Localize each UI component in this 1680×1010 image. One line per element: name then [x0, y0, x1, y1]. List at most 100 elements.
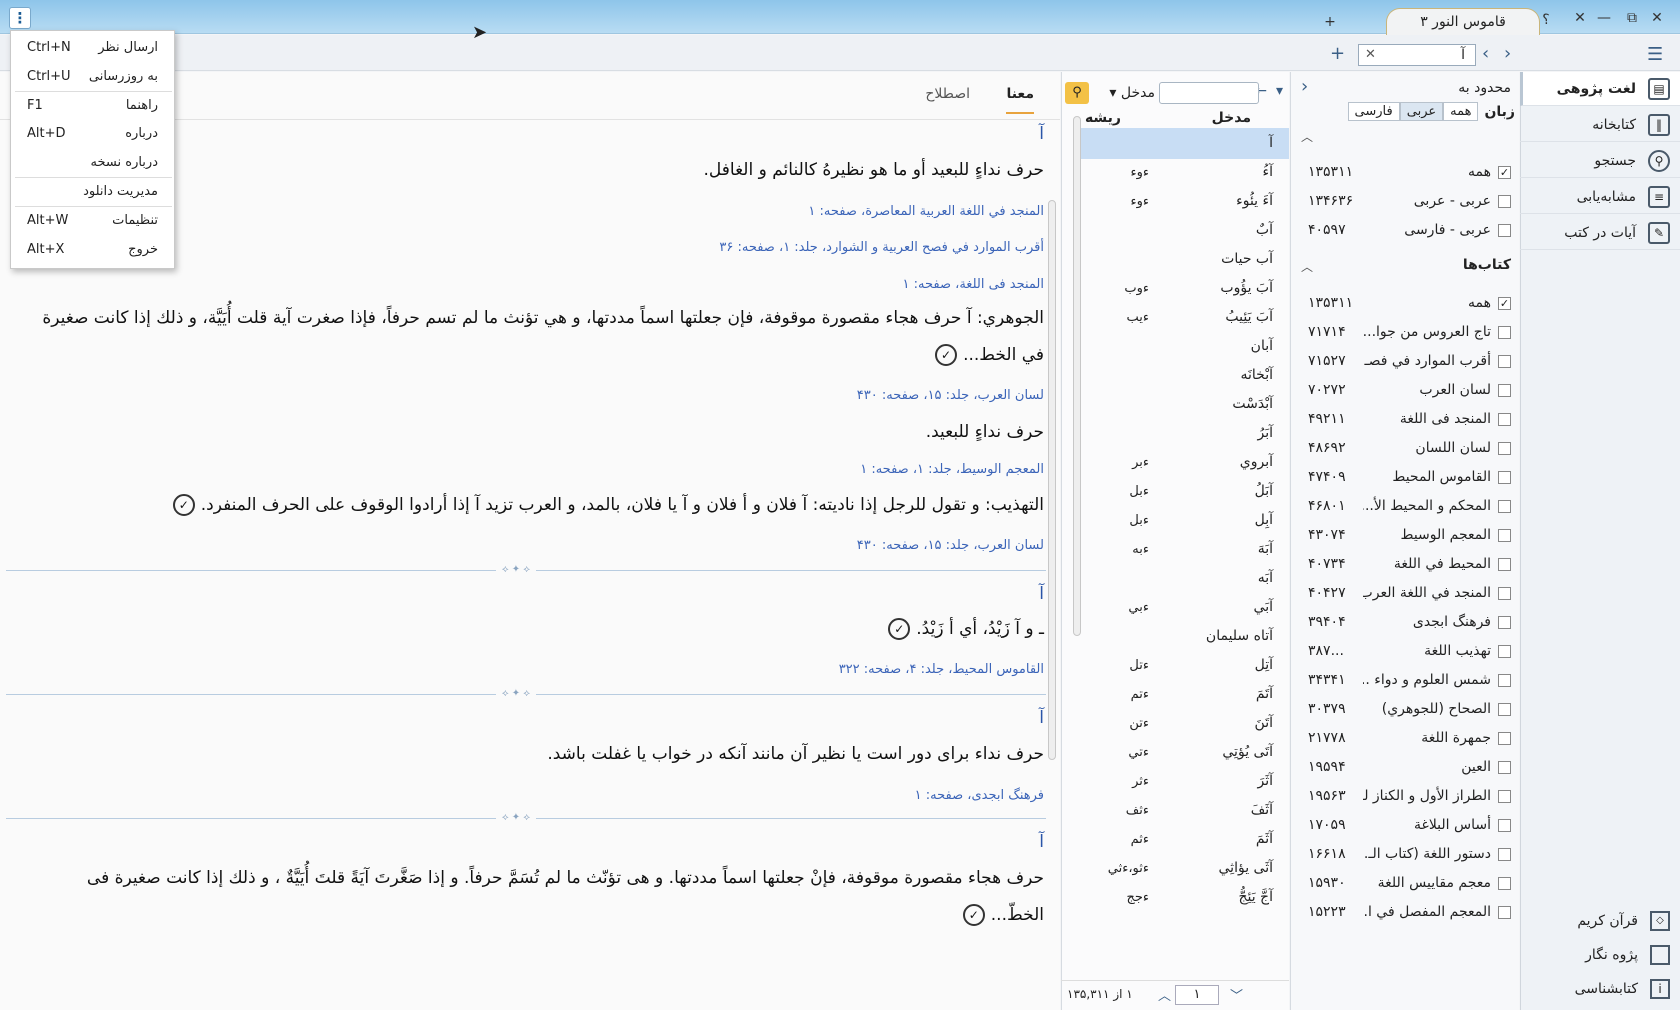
column-entry[interactable]: مدخل — [1212, 110, 1251, 126]
new-tab-button[interactable]: + — [1320, 12, 1340, 32]
dropdown-icon[interactable]: ▾ — [1276, 82, 1283, 100]
entry-row[interactable]: آتاه سليمان — [1077, 621, 1289, 652]
entry-row[interactable]: آبِل ءبل — [1077, 505, 1289, 536]
checkbox[interactable] — [1498, 558, 1511, 571]
filter-row[interactable]: القاموس المحيط ۴۷۴۰۹ — [1290, 463, 1519, 492]
checkbox[interactable] — [1498, 703, 1511, 716]
entry-row[interactable]: آثَمَ ءثم — [1077, 824, 1289, 855]
entry-row[interactable]: آبٌ — [1077, 215, 1289, 246]
column-root[interactable]: ریشه — [1085, 110, 1121, 126]
menu-item[interactable]: درباره Alt+D — [11, 119, 176, 148]
entry-row[interactable]: آبَرُ — [1077, 418, 1289, 449]
checkbox[interactable] — [1498, 587, 1511, 600]
checkbox[interactable] — [1498, 906, 1511, 919]
close-icon[interactable]: ✕ — [1570, 8, 1590, 28]
source-link[interactable]: المنجد في اللغة العربية المعاصرة، صفحه: … — [808, 204, 1044, 219]
source-link[interactable]: القاموس المحيط، جلد: ۴، صفحه: ۳۲۲ — [839, 662, 1044, 677]
entry-row[interactable]: آثَفَ ءثف — [1077, 795, 1289, 826]
entry-row[interactable]: آتَنَ ءتن — [1077, 708, 1289, 739]
filter-row[interactable]: عربی - عربی ۱۳۴۶۳۶ — [1290, 187, 1519, 216]
entry-row[interactable]: آبَ يَئِيبُ ءيب — [1077, 302, 1289, 333]
source-link[interactable]: أقرب الموارد في فصح العربية و الشوارد، ج… — [719, 240, 1044, 255]
menu-item[interactable]: درباره نسخه — [11, 148, 176, 177]
filter-row[interactable]: معجم مقاييس اللغة ۱۵۹۳۰ — [1290, 869, 1519, 898]
checkbox[interactable] — [1498, 384, 1511, 397]
sidebar-item-similar[interactable]: ≡ مشابه‌یابی — [1520, 180, 1680, 214]
checkbox[interactable] — [1498, 500, 1511, 513]
filter-row[interactable]: المعجم الوسيط ۴۳۰۷۴ — [1290, 521, 1519, 550]
checkbox[interactable] — [1498, 790, 1511, 803]
entry-row[interactable]: آتَى يُؤتِي ءتي — [1077, 737, 1289, 768]
checkbox[interactable] — [1498, 645, 1511, 658]
chevron-up-icon[interactable]: ︿ — [1301, 258, 1313, 275]
filter-row[interactable]: عربی - فارسی ۴۰۵۹۷ — [1290, 216, 1519, 245]
menu-item[interactable]: راهنما F1 — [11, 91, 176, 120]
checkbox[interactable] — [1498, 471, 1511, 484]
checkbox[interactable] — [1498, 529, 1511, 542]
entry-search-input[interactable] — [1159, 82, 1259, 104]
chevron-left-icon[interactable]: ‹ — [1482, 45, 1489, 63]
checkbox[interactable] — [1498, 848, 1511, 861]
filter-row[interactable]: تهذيب اللغة ...۳۸۷ — [1290, 637, 1519, 666]
entries-scrollbar[interactable] — [1073, 116, 1081, 636]
filter-row[interactable]: العين ۱۹۵۹۴ — [1290, 753, 1519, 782]
source-link[interactable]: لسان العرب، جلد: ۱۵، صفحه: ۴۳۰ — [857, 388, 1044, 403]
menu-item[interactable]: ارسال نظر Ctrl+N — [11, 33, 176, 62]
checkbox[interactable] — [1498, 616, 1511, 629]
lang-option-all[interactable]: همه — [1443, 102, 1479, 121]
menu-item[interactable]: تنظیمات Alt+W — [11, 206, 176, 235]
source-link[interactable]: لسان العرب، جلد: ۱۵، صفحه: ۴۳۰ — [857, 538, 1044, 553]
sidebar-item-search[interactable]: ⚲ جستجو — [1520, 144, 1680, 178]
filter-row[interactable]: المعجم المفصل في ا... ۱۵۲۲۳ — [1290, 898, 1519, 927]
menu-item[interactable]: خروج Alt+X — [11, 235, 176, 264]
checkbox[interactable]: ✓ — [1498, 297, 1511, 310]
collapse-filter-icon[interactable]: ‹ — [1301, 78, 1308, 96]
menu-item[interactable]: به روزرسانی Ctrl+U — [11, 62, 176, 91]
verified-gear-icon[interactable]: ✓ — [888, 618, 911, 640]
main-menu-button[interactable]: ⋮ — [9, 7, 31, 29]
minimize-icon[interactable]: — — [1594, 8, 1614, 28]
checkbox[interactable] — [1498, 732, 1511, 745]
chevron-down-icon[interactable]: ﹀ — [1230, 985, 1243, 1004]
tab-meaning[interactable]: معنا — [1006, 86, 1034, 114]
close-window-icon[interactable]: ✕ — [1647, 8, 1667, 28]
hamburger-menu-icon[interactable]: ☰ — [1647, 44, 1663, 65]
filter-row[interactable]: فرهنگ ابجدی ۳۹۴۰۴ — [1290, 608, 1519, 637]
search-button[interactable]: ⚲ — [1065, 82, 1089, 104]
checkbox[interactable] — [1498, 224, 1511, 237]
filter-row[interactable]: دستور اللغة (كتاب الـ... ۱۶۶۱۸ — [1290, 840, 1519, 869]
filter-row[interactable]: المنجد في اللغة العرب... ۴۰۴۲۷ — [1290, 579, 1519, 608]
sidebar-item-verses[interactable]: ✎ آیات در کتب — [1520, 216, 1680, 250]
filter-row[interactable]: لسان العرب ۷۰۲۷۲ — [1290, 376, 1519, 405]
filter-row[interactable]: المحكم و المحيط الأ... ۴۶۸۰۱ — [1290, 492, 1519, 521]
checkbox[interactable] — [1498, 413, 1511, 426]
source-link[interactable]: المنجد فی اللغة، صفحه: ۱ — [903, 277, 1044, 292]
entry-row[interactable]: آبْخانَه — [1077, 360, 1289, 391]
chevron-up-icon[interactable]: ︿ — [1158, 985, 1171, 1004]
entry-row[interactable]: آ — [1077, 128, 1289, 159]
entry-row[interactable]: آبان — [1077, 331, 1289, 362]
sidebar-item-quran[interactable]: ◇ قرآن کریم — [1520, 906, 1680, 936]
add-icon[interactable]: + — [1330, 45, 1345, 63]
entry-row[interactable]: آبَهَ ءبه — [1077, 534, 1289, 565]
filter-row[interactable]: جمهرة اللغة ۲۱۷۷۸ — [1290, 724, 1519, 753]
restore-icon[interactable]: ⧉ — [1622, 8, 1642, 28]
entry-row[interactable]: آبَه — [1077, 563, 1289, 594]
filter-row[interactable]: أقرب الموارد في فصـ... ۷۱۵۲۷ — [1290, 347, 1519, 376]
entry-row[interactable]: آب حیات — [1077, 244, 1289, 275]
entry-mode-select[interactable]: مدخل ▾ — [1095, 82, 1155, 104]
filter-row[interactable]: المحيط في اللغة ۴۰۷۳۴ — [1290, 550, 1519, 579]
chevron-right-icon[interactable]: › — [1504, 45, 1511, 63]
filter-row[interactable]: ✓ همه ۱۳۵۳۱۱ — [1290, 158, 1519, 187]
source-link[interactable]: فرهنگ ابجدی، صفحه: ۱ — [915, 788, 1044, 803]
entry-row[interactable]: آبْدَسْت — [1077, 389, 1289, 420]
entry-row[interactable]: آتِل ءتل — [1077, 650, 1289, 681]
menu-item[interactable]: مدیریت دانلود — [11, 177, 176, 206]
checkbox[interactable] — [1498, 442, 1511, 455]
checkbox[interactable] — [1498, 819, 1511, 832]
checkbox[interactable] — [1498, 674, 1511, 687]
entry-row[interactable]: آءَ يئُوء ءوء — [1077, 186, 1289, 217]
tab-dictionary[interactable]: قاموس النور ۳ — [1386, 8, 1540, 35]
sidebar-item-bibliography[interactable]: i کتابشناسی — [1520, 974, 1680, 1004]
filter-row[interactable]: شمس العلوم و دواء ... ۳۴۳۴۱ — [1290, 666, 1519, 695]
